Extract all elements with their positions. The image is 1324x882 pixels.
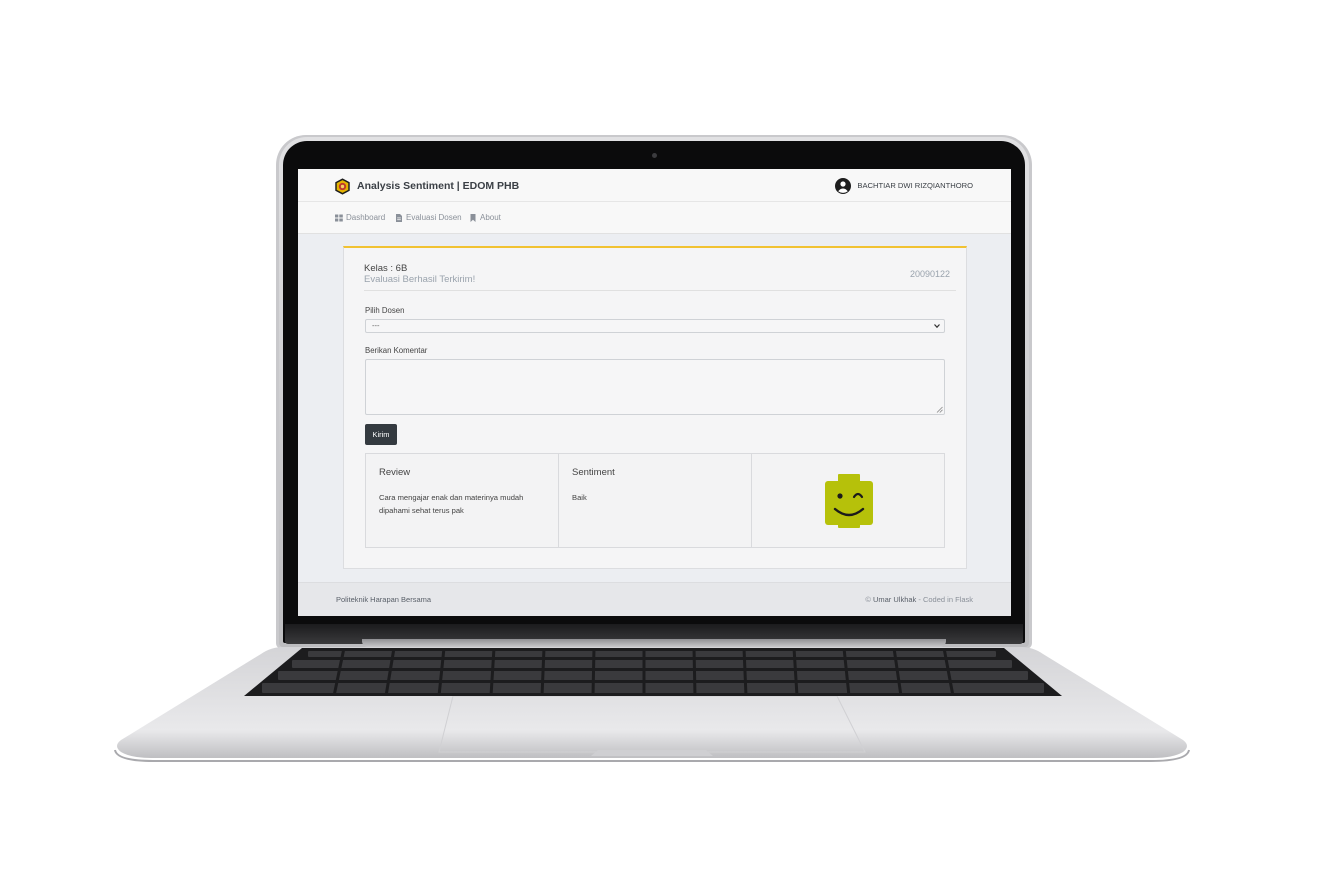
- success-message: Evaluasi Berhasil Terkirim!: [364, 274, 476, 285]
- footer: Politeknik Harapan Bersama © Umar Ulkhak…: [298, 582, 1011, 616]
- nav-item-dashboard[interactable]: Dashboard: [335, 213, 385, 222]
- nav-item-about[interactable]: About: [469, 213, 501, 222]
- student-id: 20090122: [909, 269, 950, 279]
- winking-smiley-icon: [825, 474, 873, 528]
- footer-credit-suffix: - Coded in Flask: [916, 595, 973, 604]
- user-menu[interactable]: BACHTIAR DWI RIZQIANTHORO: [835, 177, 973, 194]
- laptop-mockup: Analysis Sentiment | EDOM PHB BACHTIAR D…: [0, 0, 1324, 882]
- logo-icon: [335, 177, 350, 195]
- review-cell: Review Cara mengajar enak dan materinya …: [366, 454, 559, 547]
- class-label: Kelas : 6B: [364, 263, 408, 274]
- dosen-label: Pilih Dosen: [365, 306, 405, 315]
- dosen-selected-value: ---: [372, 321, 380, 330]
- komentar-label: Berikan Komentar: [365, 346, 428, 355]
- user-name: BACHTIAR DWI RIZQIANTHORO: [857, 181, 973, 190]
- webcam: [652, 153, 657, 158]
- nav-bar: Dashboard Evaluasi Dosen About: [298, 202, 1011, 234]
- footer-author-link[interactable]: Umar Ulkhak: [873, 595, 916, 604]
- sentiment-value: Baik: [572, 493, 587, 502]
- bookmark-icon: [470, 213, 476, 222]
- copyright-symbol: ©: [865, 595, 873, 604]
- footer-credit: © Umar Ulkhak - Coded in Flask: [865, 595, 973, 604]
- komentar-textarea[interactable]: [365, 359, 945, 415]
- brand[interactable]: Analysis Sentiment | EDOM PHB: [334, 177, 519, 195]
- footer-institution: Politeknik Harapan Bersama: [336, 595, 432, 604]
- result-table: Review Cara mengajar enak dan materinya …: [365, 453, 945, 548]
- dosen-select[interactable]: ---: [365, 319, 945, 333]
- evaluation-card: Kelas : 6B Evaluasi Berhasil Terkirim! 2…: [343, 246, 967, 569]
- emoji-cell: [752, 454, 944, 547]
- laptop-hinge: [362, 639, 946, 647]
- sentiment-cell: Sentiment Baik: [559, 454, 752, 547]
- card-header: Kelas : 6B Evaluasi Berhasil Terkirim! 2…: [364, 263, 956, 291]
- chevron-down-icon: [934, 324, 940, 329]
- user-avatar-icon: [835, 177, 852, 194]
- sentiment-title: Sentiment: [572, 467, 615, 478]
- nav-label: About: [480, 213, 501, 222]
- review-text: Cara mengajar enak dan materinya mudah d…: [379, 493, 524, 515]
- submit-button[interactable]: Kirim: [365, 424, 397, 445]
- resize-handle-icon[interactable]: [936, 406, 943, 413]
- app-title: Analysis Sentiment | EDOM PHB: [357, 180, 520, 192]
- document-icon: [396, 213, 402, 222]
- nav-label: Evaluasi Dosen: [406, 213, 462, 222]
- web-app-screen: Analysis Sentiment | EDOM PHB BACHTIAR D…: [298, 169, 1011, 616]
- nav-label: Dashboard: [346, 213, 386, 222]
- review-title: Review: [379, 467, 411, 478]
- top-bar: Analysis Sentiment | EDOM PHB BACHTIAR D…: [298, 169, 1011, 202]
- keyboard: [244, 647, 1062, 697]
- nav-item-evaluasi-dosen[interactable]: Evaluasi Dosen: [395, 213, 462, 222]
- grid-icon: [335, 214, 343, 221]
